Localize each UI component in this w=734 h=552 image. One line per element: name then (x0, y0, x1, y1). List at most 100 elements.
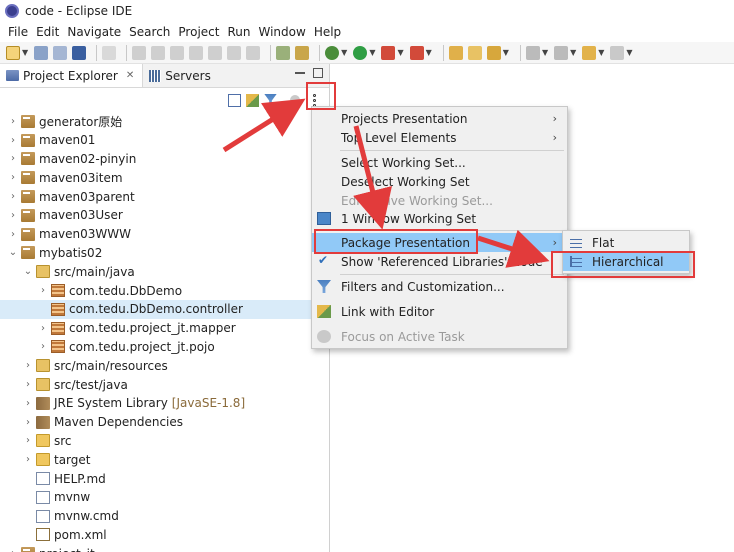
tree-item[interactable]: › Maven Dependencies (0, 413, 330, 432)
tree-item[interactable]: › maven02-pinyin (0, 150, 330, 169)
minimize-icon[interactable] (295, 68, 305, 74)
chevron-right-icon[interactable]: › (23, 379, 33, 390)
new-java-project-icon[interactable] (448, 45, 463, 60)
close-icon[interactable]: ✕ (126, 70, 134, 81)
back-icon[interactable] (582, 45, 597, 60)
chevron-right-icon[interactable]: › (23, 454, 33, 465)
next-annotation-icon[interactable] (525, 45, 540, 60)
menu-help[interactable]: Help (310, 25, 345, 39)
previous-annotation-icon[interactable] (554, 45, 569, 60)
tree-item[interactable]: pom.xml (0, 526, 330, 545)
chevron-right-icon[interactable]: › (8, 153, 18, 164)
tree-item[interactable]: › maven03User (0, 206, 330, 225)
tree-item[interactable]: › maven01 (0, 131, 330, 150)
step-over-icon[interactable] (227, 45, 242, 60)
chevron-down-icon[interactable]: ▼ (22, 48, 28, 57)
tree-item[interactable]: mvnw (0, 488, 330, 507)
chevron-right-icon[interactable]: › (8, 172, 18, 183)
suspend-icon[interactable] (151, 45, 166, 60)
chevron-right-icon[interactable]: › (8, 116, 18, 127)
menu-item-hierarchical[interactable]: Hierarchical (563, 252, 689, 271)
terminate-icon[interactable] (170, 45, 185, 60)
debug-icon[interactable] (325, 45, 340, 60)
tab-project-explorer[interactable]: Project Explorer ✕ (0, 64, 144, 87)
build-icon[interactable] (295, 45, 310, 60)
tree-item[interactable]: HELP.md (0, 469, 330, 488)
menu-item-filters-customization[interactable]: Filters and Customization... (312, 277, 567, 296)
coverage-icon[interactable] (276, 45, 291, 60)
skip-breakpoints-icon[interactable] (102, 45, 117, 60)
menu-run[interactable]: Run (223, 25, 254, 39)
tree-item[interactable]: › project_jt (0, 544, 330, 552)
chevron-right-icon[interactable]: › (8, 210, 18, 221)
menu-item-deselect-working-set[interactable]: Deselect Working Set (312, 172, 567, 191)
chevron-right-icon[interactable]: › (23, 417, 33, 428)
tree-item[interactable]: ⌄ mybatis02 (0, 244, 330, 263)
menu-file[interactable]: File (4, 25, 32, 39)
maximize-icon[interactable] (313, 68, 323, 78)
tab-servers[interactable]: Servers (143, 64, 219, 87)
focus-task-icon[interactable] (290, 95, 300, 105)
menu-item-package-presentation[interactable]: Package Presentation › (312, 233, 567, 252)
external-tools-icon[interactable] (409, 45, 424, 60)
menu-item-one-window-working-set[interactable]: 1 Window Working Set (312, 209, 567, 228)
tree-item[interactable]: mvnw.cmd (0, 507, 330, 526)
tree-item[interactable]: ⌄ src/main/java (0, 262, 330, 281)
chevron-down-icon[interactable]: ▼ (503, 48, 509, 57)
collapse-all-icon[interactable] (228, 93, 241, 107)
menu-item-flat[interactable]: Flat (563, 233, 689, 252)
menu-item-top-level-elements[interactable]: Top Level Elements › (312, 128, 567, 147)
menu-search[interactable]: Search (125, 25, 174, 39)
menu-item-link-with-editor[interactable]: Link with Editor (312, 302, 567, 321)
chevron-down-icon[interactable]: ▼ (397, 48, 403, 57)
chevron-down-icon[interactable]: ⌄ (8, 247, 18, 258)
chevron-down-icon[interactable]: ▼ (426, 48, 432, 57)
chevron-down-icon[interactable]: ▼ (542, 48, 548, 57)
menu-navigate[interactable]: Navigate (63, 25, 125, 39)
tree-item[interactable]: › maven03parent (0, 187, 330, 206)
chevron-down-icon[interactable]: ▼ (570, 48, 576, 57)
menu-item-show-referenced-libraries[interactable]: ✔ Show 'Referenced Libraries' Node (312, 252, 567, 271)
chevron-right-icon[interactable]: › (23, 360, 33, 371)
tree-item[interactable]: › JRE System Library [JavaSE-1.8] (0, 394, 330, 413)
filter-icon[interactable] (264, 93, 277, 107)
tree-item[interactable]: com.tedu.DbDemo.controller (0, 299, 330, 319)
new-icon[interactable] (6, 45, 20, 60)
menu-window[interactable]: Window (254, 25, 309, 39)
run-icon[interactable] (353, 45, 368, 60)
chevron-right-icon[interactable]: › (8, 229, 18, 240)
open-type-icon[interactable] (486, 45, 501, 60)
tree-item[interactable]: › com.tedu.project_jt.mapper (0, 319, 330, 338)
chevron-down-icon[interactable]: ▼ (626, 48, 632, 57)
save-icon[interactable] (34, 45, 49, 60)
tree-item[interactable]: › com.tedu.DbDemo (0, 281, 330, 300)
disconnect-icon[interactable] (189, 45, 204, 60)
tree-item[interactable]: › src/main/resources (0, 356, 330, 375)
chevron-down-icon[interactable]: ▼ (598, 48, 604, 57)
tree-item[interactable]: › src (0, 432, 330, 451)
menu-item-projects-presentation[interactable]: Projects Presentation › (312, 109, 567, 128)
chevron-down-icon[interactable]: ▼ (369, 48, 375, 57)
tree-item[interactable]: › generator原始 (0, 112, 330, 131)
chevron-right-icon[interactable]: › (23, 435, 33, 446)
run-last-tool-icon[interactable] (381, 45, 396, 60)
resume-icon[interactable] (132, 45, 147, 60)
tree-item[interactable]: › target (0, 450, 330, 469)
chevron-right-icon[interactable]: › (8, 191, 18, 202)
step-return-icon[interactable] (246, 45, 261, 60)
chevron-right-icon[interactable]: › (8, 135, 18, 146)
tree-item[interactable]: › maven03WWW (0, 225, 330, 244)
tree-item[interactable]: › src/test/java (0, 375, 330, 394)
tree-item[interactable]: › maven03item (0, 168, 330, 187)
link-with-editor-icon[interactable] (246, 93, 259, 107)
step-into-icon[interactable] (208, 45, 223, 60)
new-package-icon[interactable] (467, 45, 482, 60)
terminal-icon[interactable] (72, 45, 87, 60)
chevron-right-icon[interactable]: › (38, 285, 48, 296)
chevron-down-icon[interactable]: ⌄ (23, 266, 33, 277)
chevron-right-icon[interactable]: › (23, 398, 33, 409)
forward-icon[interactable] (610, 45, 625, 60)
chevron-down-icon[interactable]: ▼ (341, 48, 347, 57)
chevron-right-icon[interactable]: › (38, 323, 48, 334)
menu-project[interactable]: Project (174, 25, 223, 39)
